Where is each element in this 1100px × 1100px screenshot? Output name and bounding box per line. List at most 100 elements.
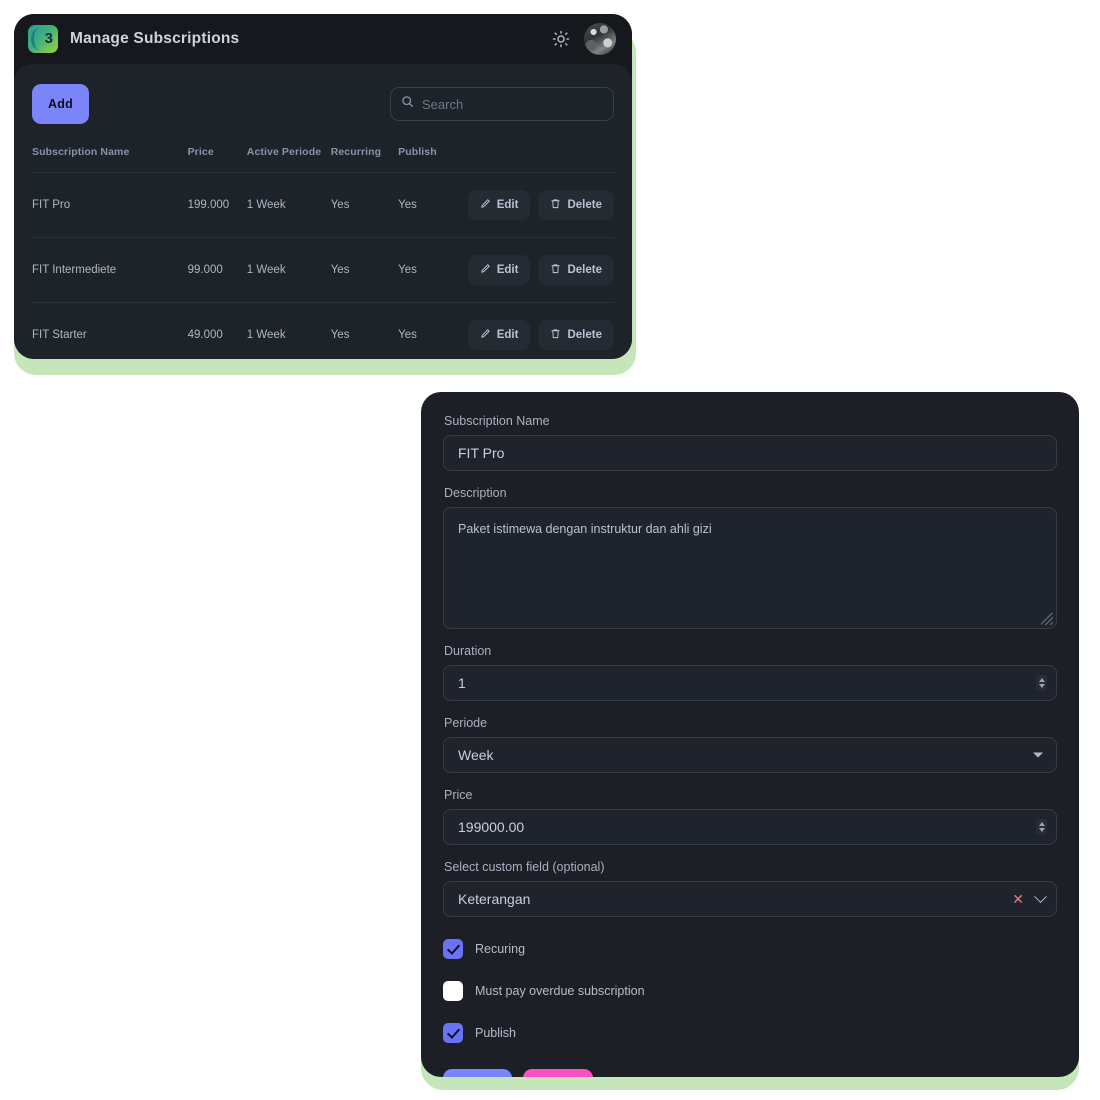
cell-actions: Edit Delete: [467, 172, 614, 238]
checkbox-row-recuring: Recuring: [443, 939, 1057, 959]
periode-wrap: [443, 737, 1057, 773]
avatar[interactable]: [584, 23, 616, 55]
cell-period: 1 Week: [246, 237, 331, 303]
table-header-row: Subscription Name Price Active Periode R…: [32, 146, 614, 173]
checkbox-row-overdue: Must pay overdue subscription: [443, 981, 1057, 1001]
cell-period: 1 Week: [246, 302, 331, 359]
custom-field-wrap: ✕: [443, 881, 1057, 917]
custom-field-select[interactable]: [443, 881, 1057, 917]
delete-button[interactable]: Delete: [538, 255, 614, 285]
save-button[interactable]: Save: [443, 1069, 513, 1077]
delete-button[interactable]: Delete: [538, 320, 614, 350]
pencil-icon: [480, 328, 491, 342]
edit-button-label: Edit: [496, 329, 519, 341]
cell-name: FIT Starter: [32, 302, 188, 359]
subscriptions-card: Add Subscription Name Price Active Pe: [14, 64, 632, 359]
overdue-checkbox[interactable]: [443, 981, 463, 1001]
cell-actions: Edit Delete: [467, 302, 614, 359]
back-button[interactable]: Back: [523, 1069, 594, 1077]
chevron-down-icon[interactable]: [1033, 752, 1043, 758]
cell-publish: Yes: [398, 172, 468, 238]
edit-button[interactable]: Edit: [467, 190, 531, 220]
price-input[interactable]: [443, 809, 1057, 845]
search-input[interactable]: [422, 96, 603, 112]
chevron-down-icon[interactable]: [1034, 889, 1047, 903]
duration-input[interactable]: [443, 665, 1057, 701]
subscriptions-table: Subscription Name Price Active Periode R…: [32, 146, 614, 359]
cell-recurring: Yes: [330, 237, 399, 303]
table-head: Subscription Name Price Active Periode R…: [32, 146, 614, 173]
app-logo-icon: 3: [28, 25, 58, 53]
cell-publish: Yes: [398, 302, 468, 359]
delete-button-label: Delete: [567, 199, 602, 211]
duration-stepper-icon[interactable]: [1036, 675, 1047, 691]
edit-button[interactable]: Edit: [467, 255, 531, 285]
cell-name: FIT Intermediete: [32, 237, 188, 303]
column-header-period: Active Periode: [246, 146, 322, 158]
trash-icon: [550, 328, 561, 342]
edit-button-label: Edit: [496, 264, 519, 276]
app-root: 3 Manage Subscriptions Add Search Subscr…: [0, 0, 1100, 1100]
publish-checkbox[interactable]: [443, 1023, 463, 1043]
search-box[interactable]: [390, 87, 614, 121]
column-header-publish: Publish: [398, 146, 437, 158]
cell-actions: Edit Delete: [467, 237, 614, 303]
sun-icon[interactable]: [552, 30, 570, 48]
delete-button[interactable]: Delete: [538, 190, 614, 220]
cell-price: 99.000: [187, 237, 247, 303]
label-custom-field: Select custom field (optional): [444, 860, 605, 874]
publish-label: Publish: [475, 1026, 516, 1040]
header-actions: [552, 23, 616, 55]
trash-icon: [550, 263, 561, 277]
custom-field-icons: ✕: [1012, 889, 1047, 906]
periode-select[interactable]: [443, 737, 1057, 773]
delete-button-label: Delete: [567, 329, 602, 341]
page-title: Manage Subscriptions: [70, 30, 240, 47]
cell-recurring: Yes: [330, 172, 399, 238]
app-header: 3 Manage Subscriptions: [14, 14, 632, 64]
checkbox-row-publish: Publish: [443, 1023, 1057, 1043]
cell-period: 1 Week: [246, 172, 331, 238]
table-toolbar: Add: [32, 84, 614, 124]
table-row: FIT Pro 199.000 1 Week Yes Yes Edit Dele…: [32, 172, 614, 238]
subscription-name-input[interactable]: [443, 435, 1057, 471]
add-button[interactable]: Add: [32, 84, 89, 124]
edit-button[interactable]: Edit: [467, 320, 531, 350]
cell-price: 199.000: [187, 172, 247, 238]
search-icon: [401, 95, 414, 113]
trash-icon: [550, 198, 561, 212]
description-textarea[interactable]: Paket istimewa dengan instruktur dan ahl…: [443, 507, 1057, 629]
subscription-form-panel: Subscription Name Description Paket isti…: [421, 392, 1079, 1077]
price-stepper-icon[interactable]: [1036, 819, 1047, 835]
column-header-actions: [468, 146, 614, 173]
table-body: FIT Pro 199.000 1 Week Yes Yes Edit Dele…: [32, 172, 614, 359]
description-wrap: Paket istimewa dengan instruktur dan ahl…: [443, 507, 1057, 629]
column-header-name: Subscription Name: [32, 146, 130, 158]
table-row: FIT Intermediete 99.000 1 Week Yes Yes E…: [32, 237, 614, 303]
price-wrap: [443, 809, 1057, 845]
duration-wrap: [443, 665, 1057, 701]
overdue-label: Must pay overdue subscription: [475, 984, 645, 998]
subscriptions-panel: 3 Manage Subscriptions Add Search Subscr…: [14, 14, 632, 359]
pencil-icon: [480, 263, 491, 277]
recuring-checkbox[interactable]: [443, 939, 463, 959]
recuring-label: Recuring: [475, 942, 526, 956]
cell-recurring: Yes: [330, 302, 399, 359]
clear-icon[interactable]: ✕: [1012, 892, 1024, 906]
cell-price: 49.000: [187, 302, 247, 359]
edit-button-label: Edit: [496, 199, 519, 211]
label-subscription-name: Subscription Name: [444, 414, 550, 428]
form-actions: Save Back: [443, 1069, 1057, 1077]
cell-name: FIT Pro: [32, 172, 188, 238]
label-duration: Duration: [444, 644, 492, 658]
label-price: Price: [444, 788, 473, 802]
pencil-icon: [480, 198, 491, 212]
label-description: Description: [444, 486, 507, 500]
table-row: FIT Starter 49.000 1 Week Yes Yes Edit D…: [32, 302, 614, 359]
logo-glyph: 3: [44, 30, 53, 47]
cell-publish: Yes: [398, 237, 468, 303]
label-periode: Periode: [444, 716, 488, 730]
column-header-recurring: Recurring: [330, 146, 382, 158]
delete-button-label: Delete: [567, 264, 602, 276]
column-header-price: Price: [187, 146, 214, 158]
